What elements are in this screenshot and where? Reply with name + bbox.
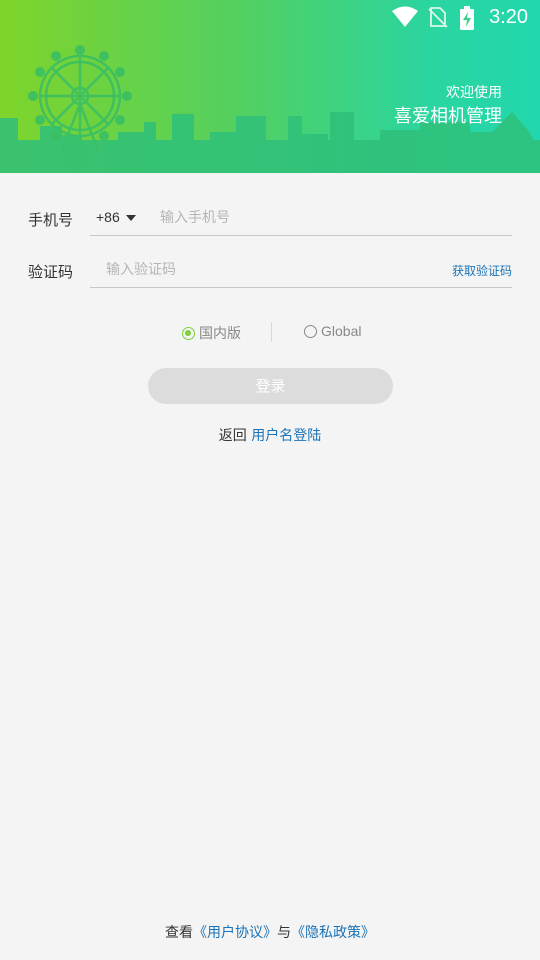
login-button[interactable]: 登录 bbox=[148, 368, 393, 404]
region-option-global[interactable]: Global bbox=[304, 323, 361, 339]
country-code-selector[interactable]: +86 bbox=[96, 209, 120, 225]
radio-checked-icon[interactable] bbox=[182, 326, 195, 340]
privacy-policy-link[interactable]: 《隐私政策》 bbox=[291, 925, 375, 941]
welcome-text: 欢迎使用 bbox=[446, 85, 502, 101]
region-divider bbox=[271, 322, 272, 342]
get-code-button[interactable]: 获取验证码 bbox=[452, 262, 512, 279]
footer-agreements: 查看《用户协议》与《隐私政策》 bbox=[0, 922, 540, 942]
status-time: 3:20 bbox=[489, 6, 528, 28]
phone-underline bbox=[90, 235, 512, 236]
region-option-domestic[interactable]: 国内版 bbox=[182, 323, 241, 343]
radio-unchecked-icon[interactable] bbox=[304, 324, 317, 338]
footer-conjunction: 与 bbox=[277, 925, 291, 941]
battery-charging-icon bbox=[460, 6, 474, 30]
region-label-domestic: 国内版 bbox=[199, 326, 241, 342]
username-login-link[interactable]: 用户名登陆 bbox=[251, 428, 321, 444]
header-banner: 3:20 欢迎使用 喜爱相机管理 bbox=[0, 0, 540, 173]
back-text: 返回 bbox=[218, 428, 247, 444]
user-agreement-link[interactable]: 《用户协议》 bbox=[193, 925, 277, 941]
no-sim-icon bbox=[428, 7, 448, 28]
app-name: 喜爱相机管理 bbox=[394, 106, 502, 127]
phone-input[interactable] bbox=[160, 206, 500, 230]
region-label-global: Global bbox=[321, 323, 362, 339]
code-underline bbox=[90, 287, 512, 288]
back-row: 返回 用户名登陆 bbox=[0, 425, 540, 445]
footer-prefix: 查看 bbox=[165, 925, 193, 941]
code-input[interactable] bbox=[106, 258, 436, 282]
status-bar: 3:20 bbox=[0, 0, 540, 36]
phone-label: 手机号 bbox=[28, 211, 74, 229]
code-label: 验证码 bbox=[28, 263, 74, 281]
wifi-icon bbox=[392, 6, 418, 27]
chevron-down-icon[interactable] bbox=[126, 215, 136, 221]
